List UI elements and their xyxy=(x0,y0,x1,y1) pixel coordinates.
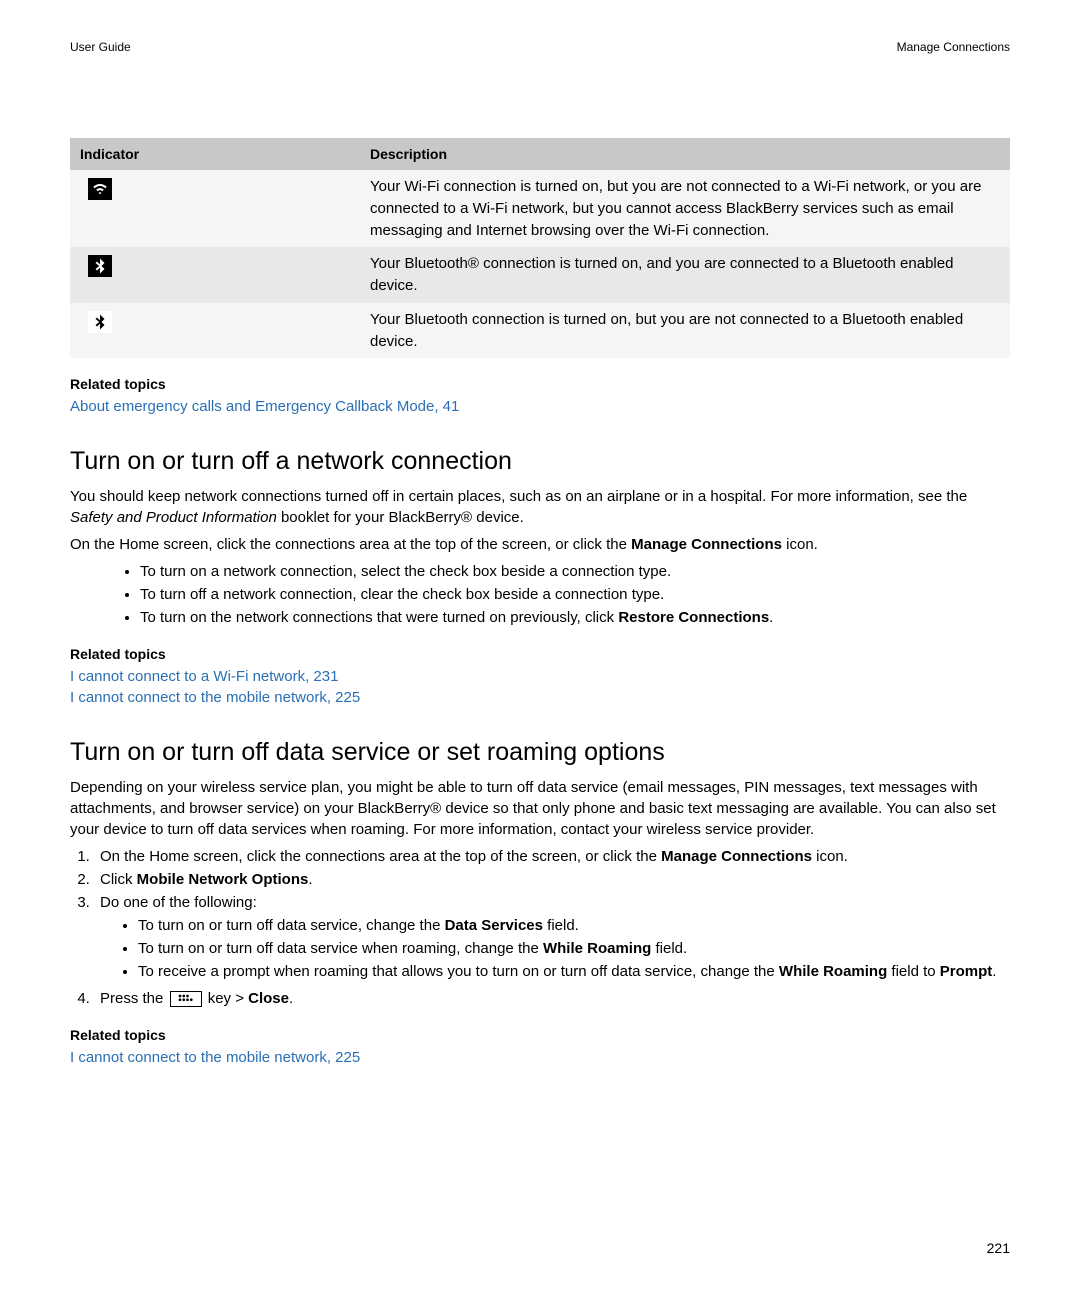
related-link[interactable]: I cannot connect to the mobile network, … xyxy=(70,687,1010,708)
list-item: Do one of the following: To turn on or t… xyxy=(94,892,1010,982)
text: icon. xyxy=(782,536,818,553)
text: On the Home screen, click the connection… xyxy=(70,536,631,553)
list-item: To turn on or turn off data service when… xyxy=(138,938,1010,959)
list-item: On the Home screen, click the connection… xyxy=(94,846,1010,867)
bluetooth-connected-icon xyxy=(88,255,112,277)
text: . xyxy=(992,963,996,980)
text: field to xyxy=(887,963,940,980)
table-desc: Your Bluetooth® connection is turned on,… xyxy=(360,247,1010,303)
text: To receive a prompt when roaming that al… xyxy=(138,963,779,980)
text: field. xyxy=(651,940,687,957)
table-desc: Your Bluetooth connection is turned on, … xyxy=(360,303,1010,359)
text-bold: Manage Connections xyxy=(661,848,812,865)
list-item: To turn off a network connection, clear … xyxy=(140,584,1010,605)
text: Press the xyxy=(100,990,168,1007)
text: field. xyxy=(543,917,579,934)
ordered-steps: On the Home screen, click the connection… xyxy=(94,846,1010,1009)
text: key > xyxy=(204,990,249,1007)
related-link[interactable]: About emergency calls and Emergency Call… xyxy=(70,396,1010,417)
text: . xyxy=(289,990,293,1007)
text: . xyxy=(769,609,773,626)
list-item: To receive a prompt when roaming that al… xyxy=(138,961,1010,982)
indicators-table: Indicator Description Your Wi-Fi connect… xyxy=(70,138,1010,358)
text-bold: Data Services xyxy=(445,917,543,934)
text-bold: Mobile Network Options xyxy=(137,871,309,888)
header-section-name: Manage Connections xyxy=(897,40,1010,54)
text-bold: Prompt xyxy=(940,963,993,980)
col-description-header: Description xyxy=(360,138,1010,170)
list-item: Press the key > Close. xyxy=(94,988,1010,1009)
text: To turn on or turn off data service when… xyxy=(138,940,543,957)
text: Do one of the following: xyxy=(100,894,257,911)
header-guide-name: User Guide xyxy=(70,40,131,54)
related-topics-label: Related topics xyxy=(70,1027,1010,1043)
text: icon. xyxy=(812,848,848,865)
body-paragraph: You should keep network connections turn… xyxy=(70,486,1010,528)
body-paragraph: Depending on your wireless service plan,… xyxy=(70,777,1010,840)
page-number: 221 xyxy=(987,1240,1010,1256)
page-content: Indicator Description Your Wi-Fi connect… xyxy=(70,138,1010,1068)
table-row: Your Bluetooth connection is turned on, … xyxy=(70,303,1010,359)
text: . xyxy=(308,871,312,888)
text: Click xyxy=(100,871,137,888)
text-bold: While Roaming xyxy=(543,940,651,957)
text-bold: Restore Connections xyxy=(618,609,769,626)
table-row: Your Bluetooth® connection is turned on,… xyxy=(70,247,1010,303)
text-bold: Close xyxy=(248,990,289,1007)
text: To turn on the network connections that … xyxy=(140,609,618,626)
body-paragraph: On the Home screen, click the connection… xyxy=(70,534,1010,555)
related-topics-label: Related topics xyxy=(70,376,1010,392)
text: booklet for your BlackBerry® device. xyxy=(277,509,524,526)
section-title-network-connection: Turn on or turn off a network connection xyxy=(70,447,1010,476)
text-bold: Manage Connections xyxy=(631,536,782,553)
col-indicator-header: Indicator xyxy=(70,138,360,170)
table-desc: Your Wi-Fi connection is turned on, but … xyxy=(360,170,1010,247)
list-item: Click Mobile Network Options. xyxy=(94,869,1010,890)
text: To turn on or turn off data service, cha… xyxy=(138,917,445,934)
table-row: Your Wi-Fi connection is turned on, but … xyxy=(70,170,1010,247)
list-item: To turn on the network connections that … xyxy=(140,607,1010,628)
list-item: To turn on or turn off data service, cha… xyxy=(138,915,1010,936)
text-italic: Safety and Product Information xyxy=(70,509,277,526)
wifi-limited-icon xyxy=(88,178,112,200)
text-bold: While Roaming xyxy=(779,963,887,980)
related-topics-label: Related topics xyxy=(70,646,1010,662)
menu-key-icon xyxy=(170,991,202,1007)
related-link[interactable]: I cannot connect to the mobile network, … xyxy=(70,1047,1010,1068)
text: On the Home screen, click the connection… xyxy=(100,848,661,865)
section-title-data-service: Turn on or turn off data service or set … xyxy=(70,738,1010,767)
bluetooth-on-icon xyxy=(88,311,112,333)
related-link[interactable]: I cannot connect to a Wi-Fi network, 231 xyxy=(70,666,1010,687)
bullet-list: To turn on a network connection, select … xyxy=(140,561,1010,628)
list-item: To turn on a network connection, select … xyxy=(140,561,1010,582)
text: You should keep network connections turn… xyxy=(70,488,967,505)
sub-bullets: To turn on or turn off data service, cha… xyxy=(138,915,1010,982)
